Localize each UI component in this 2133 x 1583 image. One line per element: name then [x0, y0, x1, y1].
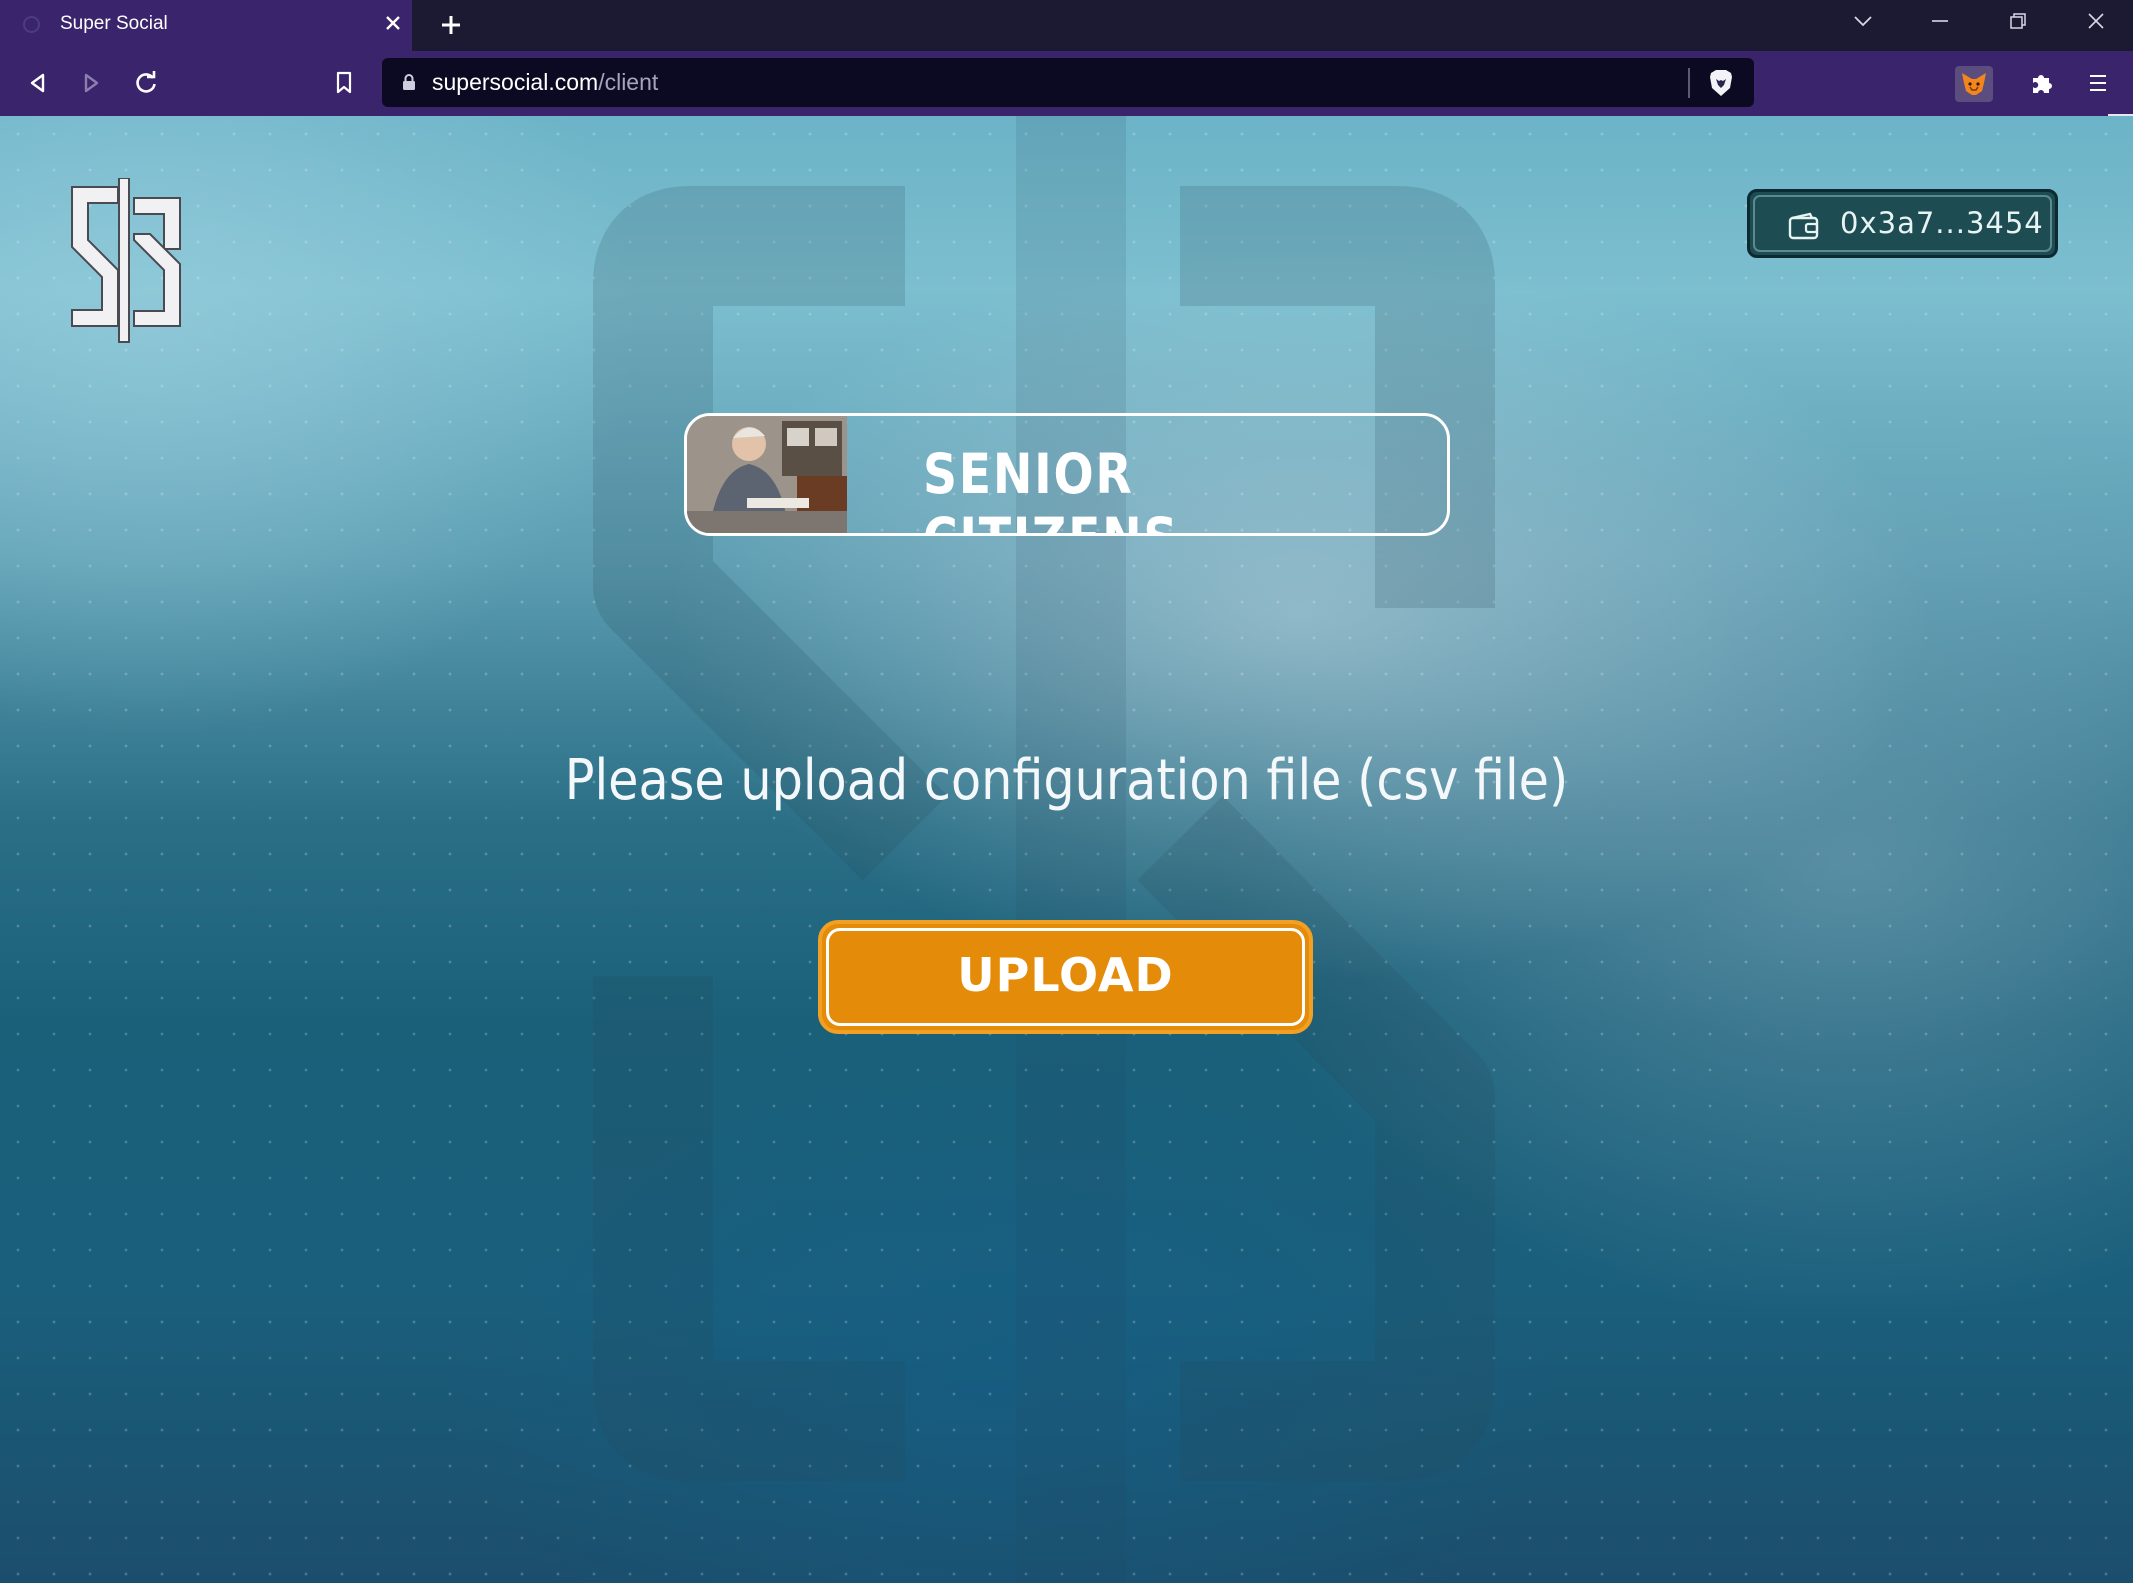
lock-icon — [402, 73, 416, 95]
watermark-logo-icon — [593, 116, 1495, 1583]
super-social-logo-icon[interactable] — [62, 177, 190, 350]
wallet-connect-button[interactable]: 0x3a7...3454 — [1747, 189, 2058, 258]
wallet-icon — [1788, 212, 1820, 244]
minimize-icon[interactable] — [1920, 10, 1960, 40]
menu-icon[interactable] — [2078, 63, 2118, 103]
url-separator — [1688, 68, 1690, 98]
bookmark-icon[interactable] — [324, 63, 364, 103]
plus-icon[interactable] — [434, 8, 468, 42]
upload-button-label: UPLOAD — [957, 948, 1174, 1002]
tab-strip: Super Social — [0, 0, 2133, 51]
upload-button[interactable]: UPLOAD — [818, 920, 1313, 1034]
favicon-icon — [23, 16, 40, 33]
url-host: supersocial.com — [432, 69, 599, 95]
metamask-fox-icon[interactable] — [1955, 66, 1993, 102]
window-close-icon[interactable] — [2076, 10, 2116, 40]
browser-toolbar: supersocial.com/client — [0, 51, 2133, 116]
tab-title: Super Social — [60, 13, 168, 34]
reload-icon[interactable] — [126, 63, 166, 103]
puzzle-icon[interactable] — [2022, 63, 2062, 103]
url-path: /client — [598, 69, 659, 95]
chevron-down-icon[interactable] — [1843, 10, 1883, 40]
wallet-address: 0x3a7...3454 — [1840, 206, 2044, 240]
page-content: 0x3a7...3454 SENIOR CITIZENS Please uplo… — [0, 116, 2133, 1583]
tab-super-social[interactable]: Super Social — [0, 0, 412, 51]
senior-citizen-photo — [687, 416, 847, 533]
address-bar[interactable]: supersocial.com/client — [382, 58, 1754, 107]
close-icon[interactable] — [380, 10, 406, 36]
forward-icon[interactable] — [71, 63, 111, 103]
url-text: supersocial.com/client — [432, 69, 658, 96]
category-label: SENIOR CITIZENS — [923, 442, 1177, 533]
category-card[interactable]: SENIOR CITIZENS — [684, 413, 1450, 536]
upload-prompt: Please upload configuration file (csv fi… — [564, 748, 1569, 813]
back-icon[interactable] — [18, 63, 58, 103]
restore-icon[interactable] — [1998, 10, 2038, 40]
brave-shield-icon[interactable] — [1707, 68, 1735, 102]
